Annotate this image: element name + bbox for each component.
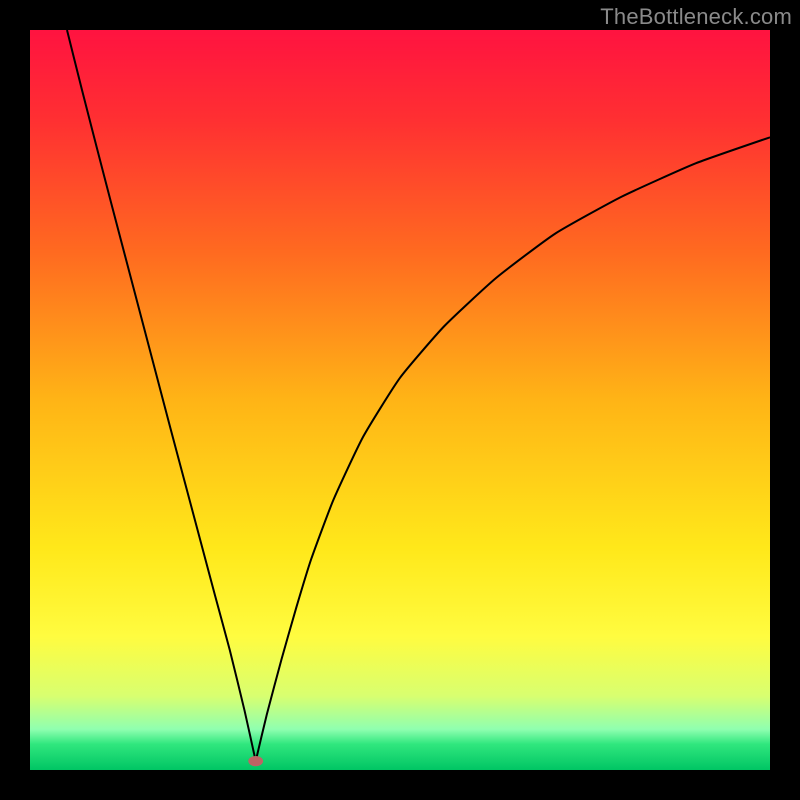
plot-area <box>30 30 770 770</box>
minimum-marker <box>248 756 263 766</box>
watermark-text: TheBottleneck.com <box>600 4 792 30</box>
chart-svg <box>30 30 770 770</box>
background-gradient <box>30 30 770 770</box>
chart-frame: TheBottleneck.com <box>0 0 800 800</box>
